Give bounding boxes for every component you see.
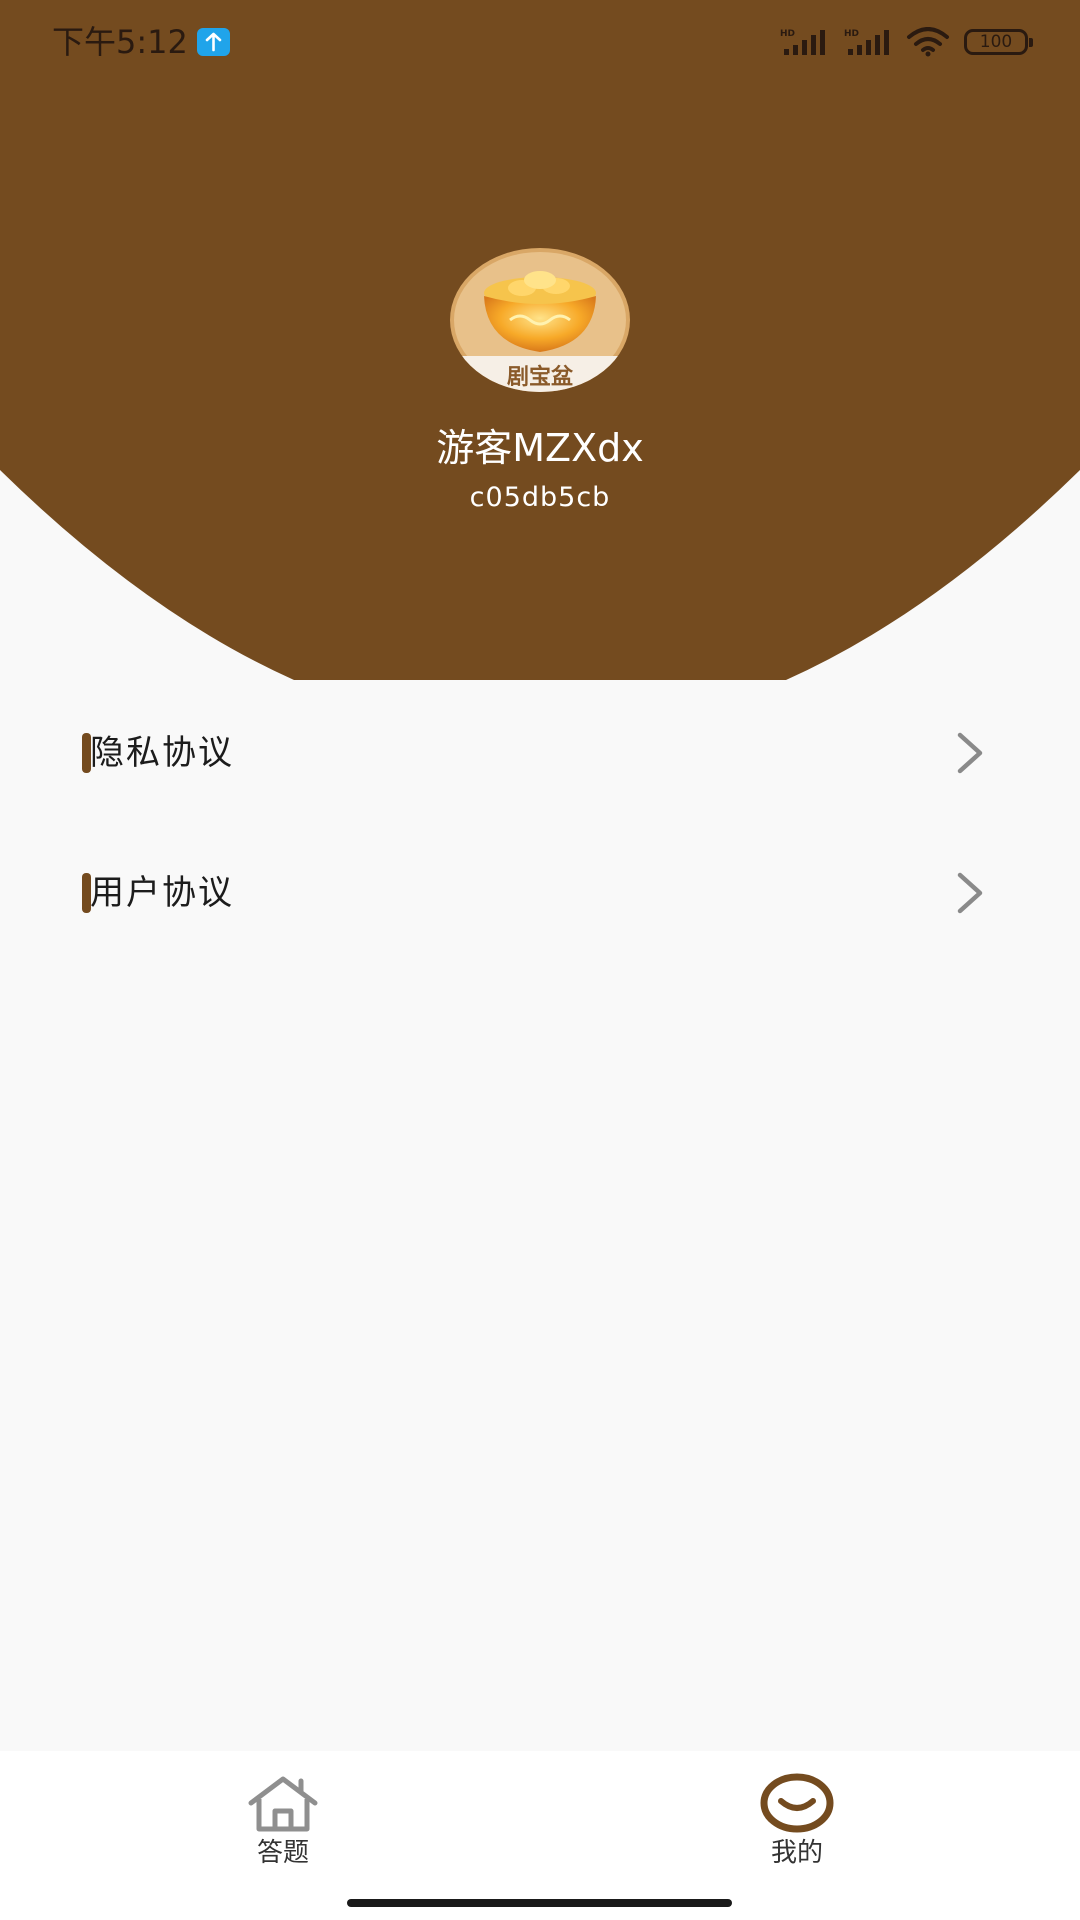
username: 游客MZXdx [436,426,644,470]
svg-text:HD: HD [780,29,795,39]
hd-signal-icon: HD [780,29,825,55]
menu-item-label: 隐私协议 [90,733,234,773]
smile-icon [760,1773,834,1833]
user-id: c05db5cb [469,482,611,513]
status-time: 下午5:12 [52,23,188,61]
tab-mine[interactable]: 我的 [717,1751,877,1881]
chevron-right-icon [957,872,983,914]
menu-item-user-agreement[interactable]: 用户协议 [0,838,1080,948]
status-icons: HD HD 100 [778,22,1033,62]
battery-icon: 100 [964,29,1033,55]
svg-text:剧宝盆: 剧宝盆 [507,364,574,390]
wifi-icon [907,27,949,57]
hd-signal-icon: HD [844,29,889,55]
tab-label: 答题 [256,1838,309,1868]
upload-icon [197,28,230,56]
home-indicator[interactable] [347,1899,732,1907]
svg-text:HD: HD [844,29,859,39]
menu-item-privacy-policy[interactable]: 隐私协议 [0,698,1080,808]
profile-screen: 下午5:12 HD HD 100 剧宝盆 游客MZXdx c05db5cb 隐私… [0,0,1080,1920]
tab-answer[interactable]: 答题 [203,1751,363,1881]
avatar[interactable]: 剧宝盆 [450,248,630,392]
status-bar: 下午5:12 HD HD 100 [0,0,1080,84]
bottom-tab-bar: 答题 我的 [0,1751,1080,1920]
tab-label: 我的 [770,1838,823,1868]
menu-item-label: 用户协议 [90,873,234,913]
home-icon [248,1776,318,1832]
chevron-right-icon [957,732,983,774]
